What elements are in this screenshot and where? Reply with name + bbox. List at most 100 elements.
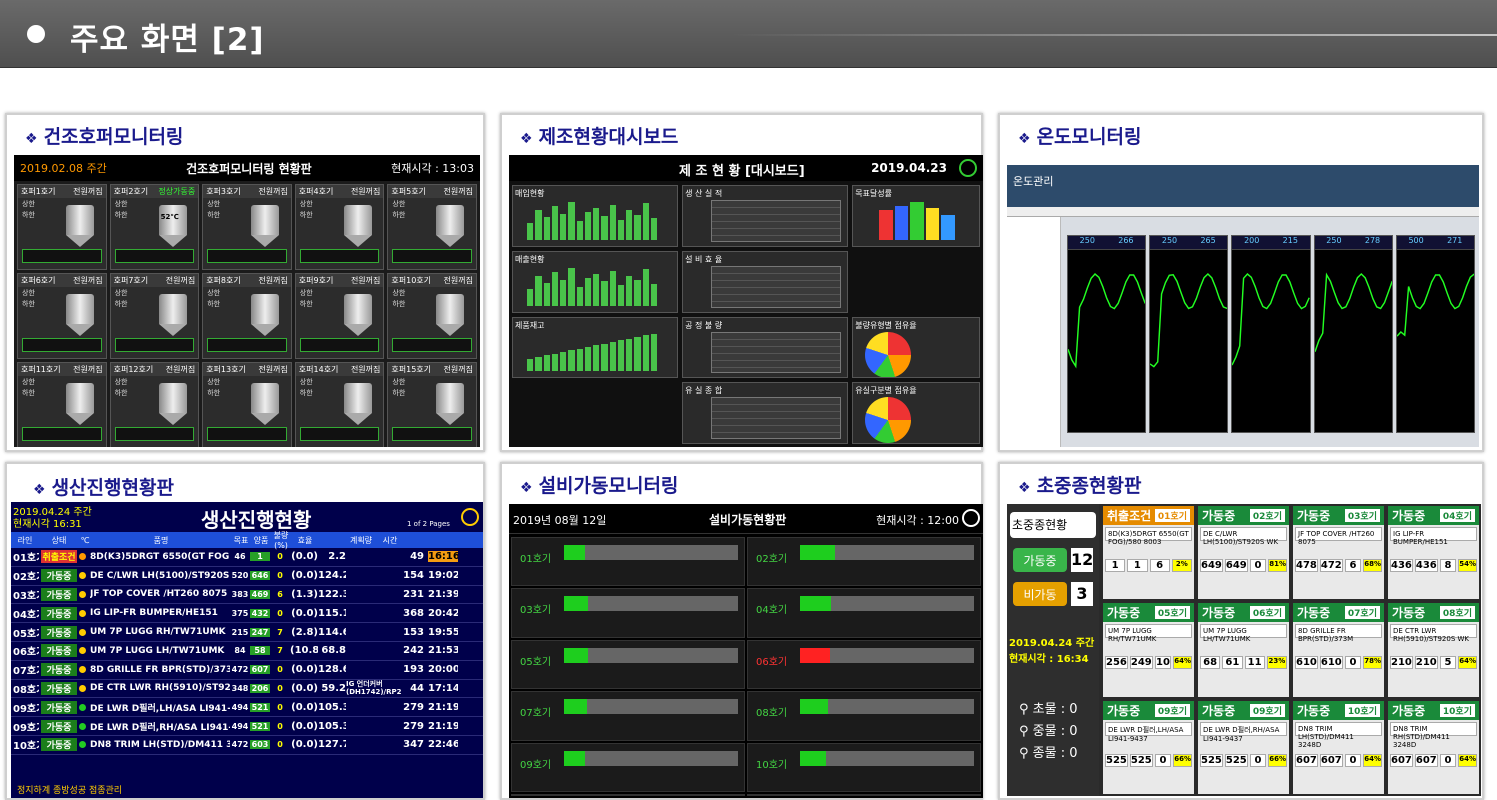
dashboard-widget[interactable]: 생 산 실 적 <box>682 185 849 247</box>
equipment-cell[interactable]: 09호기 <box>511 742 745 792</box>
machine-card[interactable]: 가동중 02호기 DE C/LWR LH(5100)/ST920S WK 649 649… <box>1198 506 1289 600</box>
product-name: DN8 TRIM RH(STD)/DM411 3248D <box>1390 721 1477 749</box>
table-row[interactable]: 06호기가동중 UM 7P LUGG LH/TW71UMK 84 58 7 (10.868… <box>11 642 483 661</box>
dashboard-widget[interactable]: 매입현황 <box>512 185 679 247</box>
hopper-cell[interactable]: 호퍼11호기 전원꺼짐 상한 하한 <box>17 362 107 447</box>
machine-card[interactable]: 가동중 05호기 UM 7P LUGG RH/TW71UMK 256 249 10 64% <box>1103 603 1194 697</box>
temp-value: 271 <box>1447 236 1463 245</box>
hopper-cell[interactable]: 호퍼15호기 전원꺼짐 상한 하한 <box>387 362 477 447</box>
temp-value: 266 <box>1118 236 1134 245</box>
table-row[interactable]: 04호기가동중 IG LIP-FR BUMPER/HE151 375432 0 (0.0… <box>11 604 483 624</box>
ijk-screenshot[interactable]: 초중종현황 가동중 12 비가동 3 2019.04.24 주간 현재시각 : … <box>1007 504 1481 796</box>
equipment-cell[interactable]: 01호기 <box>511 537 745 587</box>
plan-qty: 49 <box>410 551 424 563</box>
equipment-cell[interactable]: 11호기 <box>511 794 745 796</box>
production-screenshot[interactable]: 2019.04.24 주간 현재시각 16:31 생산진행현황 1 of 2 P… <box>11 502 483 798</box>
hopper-cell[interactable]: 호퍼9호기 전원꺼짐 상한 하한 <box>294 273 385 359</box>
hopper-cell[interactable]: 호퍼13호기 전원꺼짐 상한 하한 <box>202 362 292 447</box>
temp-tabs[interactable] <box>1007 207 1479 217</box>
hopper-tank-icon <box>343 294 372 336</box>
table-row[interactable]: 03호기가동중 JF TOP COVER /HT260 8075383469 6 (1… <box>11 586 483 605</box>
equipment-cell[interactable]: 05호기 <box>511 639 745 690</box>
machine-card[interactable]: 가동중 09호기 DE LWR D필러,LH/ASA LI941-9437 525 52… <box>1103 700 1194 794</box>
dashboard-widget[interactable]: 불량유형별 점유율 <box>852 316 980 379</box>
dashboard-widget[interactable]: 목표달성률 <box>852 185 980 247</box>
equipment-cell[interactable]: 03호기 <box>511 588 745 638</box>
hopper-cell[interactable]: 호퍼5호기 전원꺼짐 상한 하한 <box>387 184 477 270</box>
hopper-cell[interactable]: 호퍼8호기 전원꺼짐 상한 하한 <box>202 273 292 359</box>
bad-qty: 7 <box>277 627 283 637</box>
dashboard-widget[interactable]: 유실구분별 점유율 <box>852 382 980 444</box>
equipment-screenshot[interactable]: 2019년 08월 12일 설비가동현황판 현재시각 : 12:00 01호기 0… <box>509 504 983 798</box>
hopper-cell[interactable]: 호퍼7호기 전원꺼짐 상한 하한 <box>109 273 200 359</box>
product-name: DE CTR LWR RH(5910)/ST920S WK <box>1390 624 1477 643</box>
hopper-limits: 상한 하한 <box>115 199 128 221</box>
power-icon[interactable] <box>959 159 977 177</box>
equipment-cell[interactable]: 02호기 <box>747 537 981 587</box>
ijk-title: 초중종현황 <box>1010 512 1096 538</box>
production-title: 생산진행현황 <box>201 508 312 532</box>
machine-card[interactable]: 가동중 06호기 UM 7P LUGG LH/TW71UMK 68 61 11 23% <box>1198 603 1289 697</box>
table-row[interactable]: 05호기가동중 UM 7P LUGG RH/TW71UMK 215247 7 (2.8)… <box>11 623 483 642</box>
machine-card[interactable]: 가동중 10호기 DN8 TRIM LH(STD)/DM411 3248D 607 60… <box>1293 700 1384 794</box>
machine-card[interactable]: 가동중 09호기 DE LWR D필러,RH/ASA LI941-9437 525 52… <box>1198 700 1289 794</box>
hopper-cell[interactable]: 호퍼2호기 정상가동중 상한 하한 52℃ <box>109 184 200 270</box>
hopper-cell[interactable]: 호퍼10호기 전원꺼짐 상한 하한 <box>387 273 477 359</box>
equipment-cell[interactable]: 12호기 <box>747 794 981 796</box>
temp-line-chart <box>1067 273 1146 369</box>
hopper-screenshot[interactable]: 2019.02.08 주간 건조호퍼모니터링 현황판 현재시각 : 13:03 … <box>14 155 480 447</box>
hopper-cell-header: 호퍼9호기 전원꺼짐 <box>295 274 384 287</box>
temp-graph[interactable]: 250 265 <box>1149 235 1229 433</box>
dashboard-screenshot[interactable]: 제 조 현 황 [대시보드] 2019.04.23 매입현황 생 산 실 적 목표달… <box>509 155 983 447</box>
temp-sidebar[interactable] <box>1007 217 1061 447</box>
hopper-cell[interactable]: 호퍼6호기 전원꺼짐 상한 하한 <box>17 273 107 359</box>
status-badge: 가동중 <box>41 700 77 714</box>
equipment-cell[interactable]: 10호기 <box>747 742 981 792</box>
equipment-cell[interactable]: 07호기 <box>511 691 745 741</box>
table-row[interactable]: 01호기취출조건 8D(K3)5DRGT 6550(GT FOG)/580 800… <box>11 548 483 567</box>
table-row[interactable]: 08호기가동중 DE CTR LWR RH(5910)/ST920S WK3482… <box>11 680 483 699</box>
temp-graph[interactable]: 200 215 <box>1231 235 1311 433</box>
temp-graph[interactable]: 250 278 <box>1313 235 1393 433</box>
temp-graph[interactable]: 250 266 <box>1067 235 1147 433</box>
machine-card[interactable]: 가동중 04호기 IG LIP-FR BUMPER/HE151 436 436 8 54% <box>1388 506 1479 600</box>
table-row[interactable]: 07호기가동중 8D GRILLE FR BPR(STD)/373M472607 0… <box>11 661 483 680</box>
hopper-cell[interactable]: 호퍼12호기 전원꺼짐 상한 하한 <box>109 362 200 447</box>
machine-card[interactable]: 가동중 10호기 DN8 TRIM RH(STD)/DM411 3248D 607 60… <box>1388 700 1479 794</box>
lower-label: 하한 <box>22 211 35 219</box>
power-icon[interactable] <box>461 508 479 526</box>
hopper-cell[interactable]: 호퍼14호기 전원꺼짐 상한 하한 <box>294 362 385 447</box>
stopped-button[interactable]: 비가동 <box>1013 582 1067 606</box>
hopper-cell[interactable]: 호퍼1호기 전원꺼짐 상한 하한 <box>17 184 107 270</box>
machine-card[interactable]: 취출조건 01호기 8D(K3)5DRGT 6550(GT FOG)/580 800… <box>1103 506 1194 600</box>
good-qty: 469 <box>250 589 270 599</box>
count-b: 210 <box>1414 656 1438 670</box>
chart-bar <box>543 355 550 372</box>
diamond-icon: ❖ <box>25 131 38 147</box>
machine-card[interactable]: 가동중 08호기 DE CTR LWR RH(5910)/ST920S WK 210 2… <box>1388 603 1479 697</box>
column-header: 라인 <box>17 535 33 545</box>
table-row[interactable]: 02호기가동중 DE C/LWR LH(5100)/ST920S WK520646… <box>11 567 483 586</box>
dashboard-widget[interactable]: 유 실 종 합 <box>682 382 849 444</box>
hopper-cell-header: 호퍼4호기 전원꺼짐 <box>295 185 384 198</box>
table-row[interactable]: 10호기가동중 DN8 TRIM LH(STD)/DM411 3248D47260… <box>11 736 483 755</box>
machine-card[interactable]: 가동중 07호기 8D GRILLE FR BPR(STD)/373M 610 610 0… <box>1293 603 1384 697</box>
equipment-cell[interactable]: 06호기 <box>747 639 981 690</box>
table-row[interactable]: 09호기가동중 DE LWR D필러,RH/ASA LI941-943749452… <box>11 717 483 736</box>
machine-card[interactable]: 가동중 03호기 JF TOP COVER /HT260 8075 478 472 6 68… <box>1293 506 1384 600</box>
power-icon[interactable] <box>962 509 980 527</box>
equipment-cell[interactable]: 04호기 <box>747 588 981 638</box>
hopper-cell[interactable]: 호퍼4호기 전원꺼짐 상한 하한 <box>294 184 385 270</box>
machine-id: 08호기 <box>1439 606 1475 620</box>
dashboard-widget[interactable]: 설 비 효 율 <box>682 250 849 313</box>
temp-graph[interactable]: 500 271 <box>1395 235 1476 433</box>
hopper-cell[interactable]: 호퍼3호기 전원꺼짐 상한 하한 <box>202 184 292 270</box>
equipment-cell[interactable]: 08호기 <box>747 691 981 741</box>
table-row[interactable]: 09호기가동중 DE LWR D필러,LH/ASA LI941-943749452… <box>11 698 483 718</box>
dashboard-widget[interactable]: 공 정 불 량 <box>682 316 849 379</box>
column-header: 시간 <box>382 535 398 545</box>
temperature-screenshot[interactable]: 온도관리 250 266 250 265 200 215 250 278 500 271 <box>1007 165 1479 447</box>
dashboard-widget[interactable]: 제품재고 <box>512 316 679 379</box>
dashboard-widget[interactable]: 매출현황 <box>512 250 679 313</box>
running-button[interactable]: 가동중 <box>1013 548 1067 572</box>
